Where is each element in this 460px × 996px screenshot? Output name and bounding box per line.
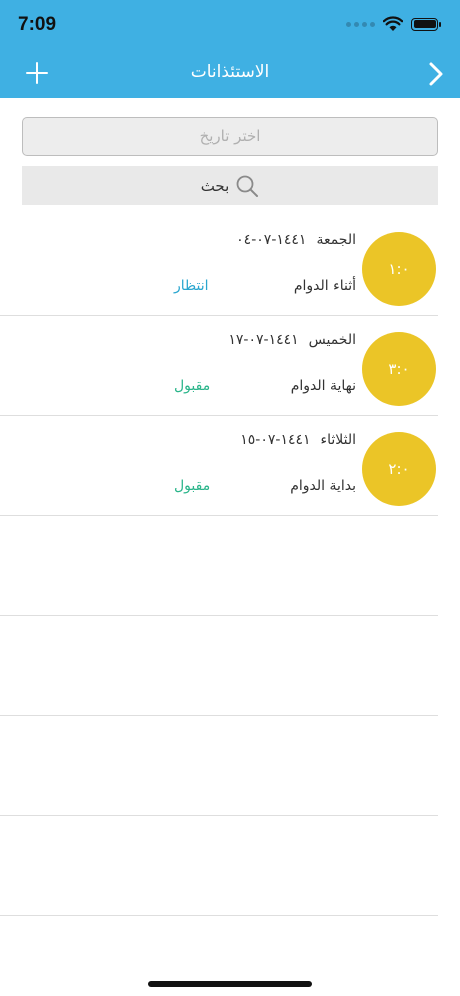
permission-day-date: الثلاثاء ١٤٤١-٠٧-١٥: [240, 432, 356, 448]
cellular-signal-icon: [346, 21, 375, 27]
search-button[interactable]: بحث: [22, 166, 438, 205]
page-title: الاستئذانات: [190, 62, 270, 82]
permission-date: ١٤٤١-٠٧-١٧: [228, 332, 299, 348]
permission-row[interactable]: ١:٠ الجمعة ١٤٤١-٠٧-٠٤ أثناء الدوام انتظار: [0, 216, 438, 316]
permission-row[interactable]: ٢:٠ الثلاثاء ١٤٤١-٠٧-١٥ بداية الدوام مقبول: [0, 416, 438, 516]
home-indicator: [148, 981, 312, 987]
permission-date: ١٤٤١-٠٧-٠٤: [236, 232, 307, 248]
permission-day: الثلاثاء: [320, 432, 356, 448]
back-chevron-icon[interactable]: [426, 60, 446, 88]
permission-type: أثناء الدوام: [293, 278, 356, 294]
permission-type: بداية الدوام: [290, 478, 356, 494]
duration-badge: ٢:٠: [362, 432, 436, 506]
status-time: 7:09: [18, 14, 57, 35]
permission-type: نهاية الدوام: [290, 378, 356, 394]
search-label: بحث: [200, 176, 230, 195]
header-bar: 7:09 الاستئذانات: [0, 0, 460, 98]
permission-status: انتظار: [174, 278, 209, 294]
duration-badge: ١:٠: [362, 232, 436, 306]
battery-icon: [411, 17, 441, 31]
permission-day: الجمعة: [316, 232, 356, 248]
search-icon: [236, 175, 259, 197]
duration-badge: ٣:٠: [362, 332, 436, 406]
empty-row: [0, 616, 438, 716]
empty-row: [0, 516, 438, 616]
date-picker-field[interactable]: اختر تاريخ: [22, 117, 438, 156]
wifi-icon: [383, 16, 403, 31]
permission-status: مقبول: [174, 478, 211, 494]
permission-day: الخميس: [308, 332, 356, 348]
permission-date: ١٤٤١-٠٧-١٥: [240, 432, 311, 448]
permission-row[interactable]: ٣:٠ الخميس ١٤٤١-٠٧-١٧ نهاية الدوام مقبول: [0, 316, 438, 416]
permission-day-date: الخميس ١٤٤١-٠٧-١٧: [228, 332, 356, 348]
empty-row: [0, 816, 438, 916]
permission-status: مقبول: [174, 378, 211, 394]
permission-day-date: الجمعة ١٤٤١-٠٧-٠٤: [236, 232, 356, 248]
status-icons: [346, 16, 441, 32]
empty-row: [0, 716, 438, 816]
